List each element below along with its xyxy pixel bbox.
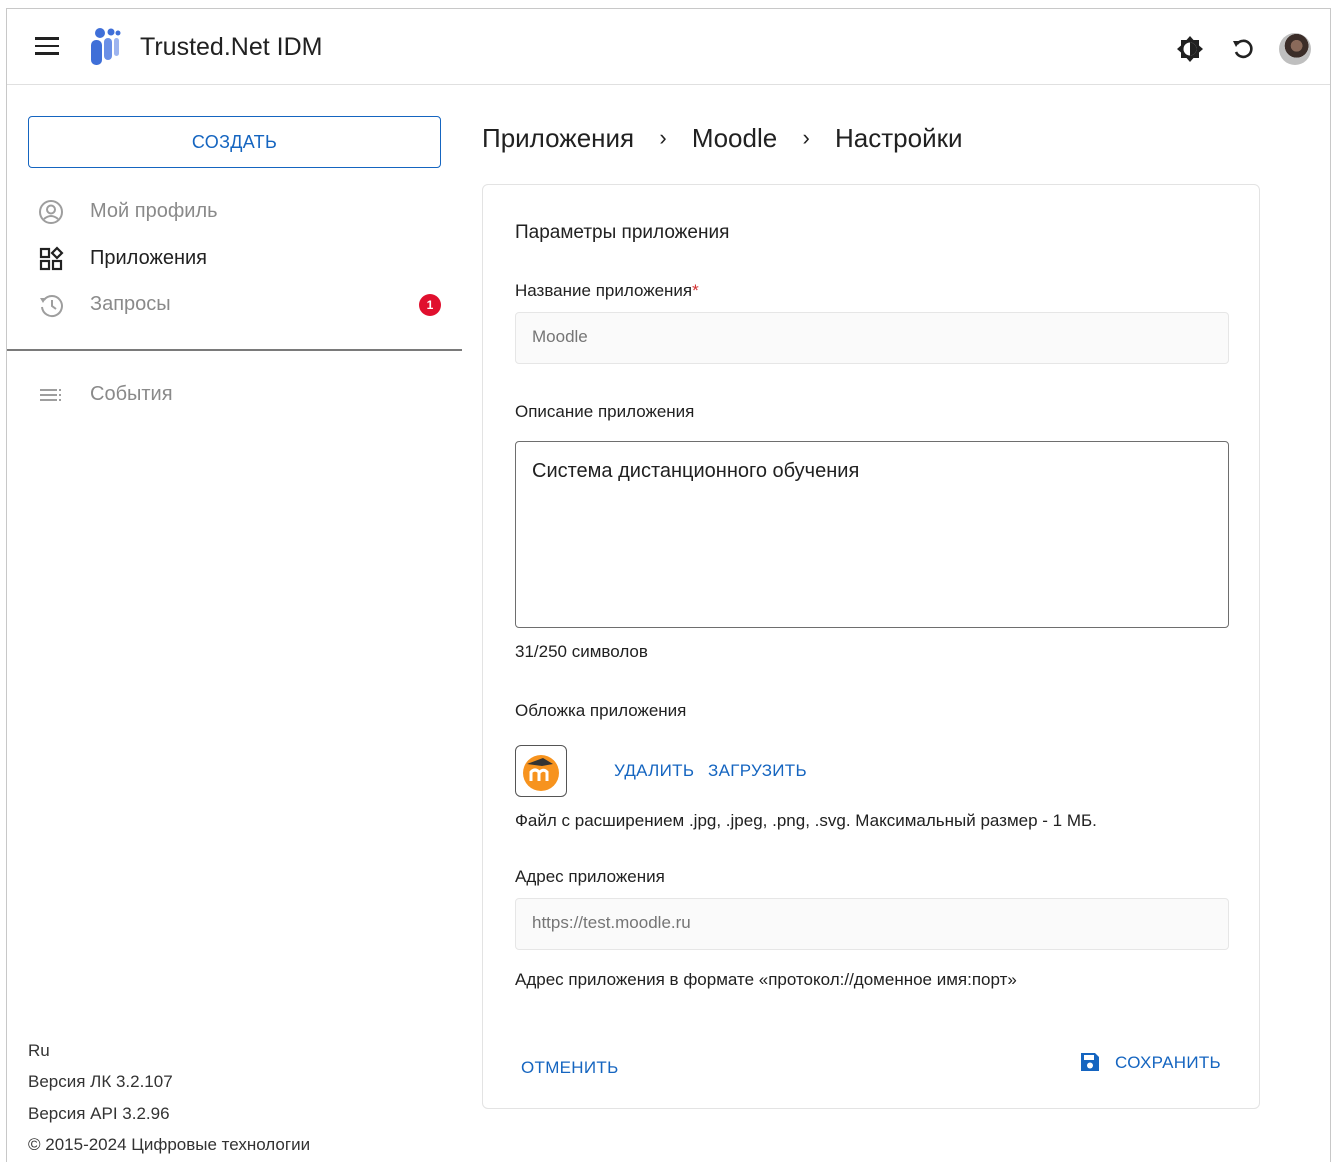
history-icon: [40, 295, 63, 318]
user-avatar[interactable]: [1279, 33, 1311, 65]
app-name-input[interactable]: Moodle: [515, 312, 1229, 364]
address-hint: Адрес приложения в формате «протокол://д…: [515, 970, 1017, 989]
api-version: Версия API 3.2.96: [28, 1104, 170, 1123]
card-title: Параметры приложения: [515, 222, 730, 243]
name-label-text: Название приложения: [515, 281, 693, 300]
breadcrumb-apps[interactable]: Приложения: [482, 123, 634, 154]
delete-cover-button[interactable]: УДАЛИТЬ: [614, 761, 694, 781]
copyright: © 2015-2024 Цифровые технологии: [28, 1135, 311, 1154]
language-switch[interactable]: Ru: [28, 1041, 50, 1061]
description-counter: 31/250 символов: [515, 642, 648, 661]
app-window: Trusted.Net IDM СОЗДАТЬ Мой профиль Прил…: [6, 8, 1331, 1162]
moodle-logo-icon: [523, 755, 559, 791]
user-circle-icon: [39, 200, 63, 224]
address-label: Адрес приложения: [515, 867, 665, 886]
cancel-button[interactable]: ОТМЕНИТЬ: [521, 1058, 619, 1078]
save-button-label: СОХРАНИТЬ: [1115, 1053, 1221, 1072]
sidebar-divider: [7, 349, 462, 351]
sidebar-item-profile[interactable]: Мой профиль: [28, 191, 448, 231]
lk-version: Версия ЛК 3.2.107: [28, 1072, 173, 1091]
breadcrumb: Приложения › Moodle › Настройки: [482, 121, 963, 154]
top-app-bar: Trusted.Net IDM: [7, 9, 1330, 85]
breadcrumb-current: Настройки: [835, 122, 963, 153]
app-title: Trusted.Net IDM: [140, 33, 323, 61]
sidebar-item-label: События: [90, 383, 173, 405]
required-mark: *: [692, 281, 699, 300]
sidebar-item-label: Мой профиль: [90, 200, 218, 222]
description-label: Описание приложения: [515, 402, 695, 421]
refresh-icon[interactable]: [1229, 35, 1257, 63]
list-icon: [40, 389, 61, 401]
sidebar-item-label: Запросы: [90, 293, 171, 315]
theme-toggle-icon[interactable]: [1176, 35, 1204, 63]
upload-cover-button[interactable]: ЗАГРУЗИТЬ: [708, 761, 807, 781]
cover-thumbnail: [515, 745, 567, 797]
breadcrumb-app[interactable]: Moodle: [692, 123, 777, 154]
chevron-right-icon: ›: [659, 125, 667, 151]
menu-icon[interactable]: [35, 37, 61, 57]
chevron-right-icon: ›: [802, 125, 810, 151]
sidebar-item-requests[interactable]: Запросы 1: [28, 284, 448, 324]
sidebar-item-apps[interactable]: Приложения: [28, 238, 448, 278]
sidebar-item-events[interactable]: События: [28, 374, 448, 414]
settings-card: Параметры приложения Название приложения…: [482, 184, 1260, 1109]
floppy-disk-icon: [1081, 1053, 1099, 1071]
apps-grid-icon: [39, 246, 64, 271]
app-logo-icon: [91, 28, 121, 65]
cover-label: Обложка приложения: [515, 701, 687, 720]
create-button[interactable]: СОЗДАТЬ: [28, 116, 441, 168]
name-label: Название приложения*: [515, 281, 699, 301]
sidebar-item-label: Приложения: [90, 247, 208, 269]
notification-badge: 1: [419, 294, 441, 316]
description-textarea[interactable]: Система дистанционного обучения: [515, 441, 1229, 628]
cover-hint: Файл с расширением .jpg, .jpeg, .png, .s…: [515, 811, 1097, 830]
app-address-input[interactable]: https://test.moodle.ru: [515, 898, 1229, 950]
